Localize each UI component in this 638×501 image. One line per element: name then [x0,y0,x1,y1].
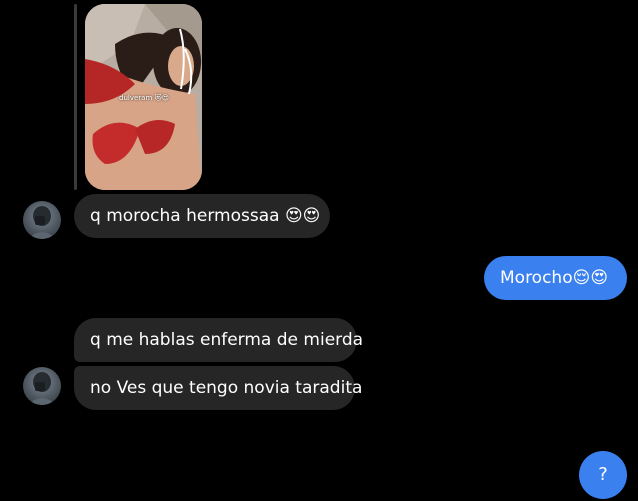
message-bubble-incoming[interactable]: q me hablas enferma de mierda [74,318,363,362]
message-bubble-incoming[interactable]: no Ves que tengo novia taradita [74,366,362,410]
avatar-illustration [28,206,56,239]
avatar-illustration [28,372,56,405]
reply-indicator-bar [74,4,77,190]
message-bubble-outgoing[interactable]: Morocho😌😍 [484,256,627,300]
contact-avatar[interactable] [23,201,61,239]
contact-avatar[interactable] [23,367,61,405]
photo-caption: dulveram 😻😍 [119,94,170,102]
shared-photo[interactable]: dulveram 😻😍 [85,4,202,190]
help-button[interactable]: ? [579,451,627,499]
message-bubble-incoming[interactable]: q morocha hermossaa 😍😍 [74,194,330,238]
